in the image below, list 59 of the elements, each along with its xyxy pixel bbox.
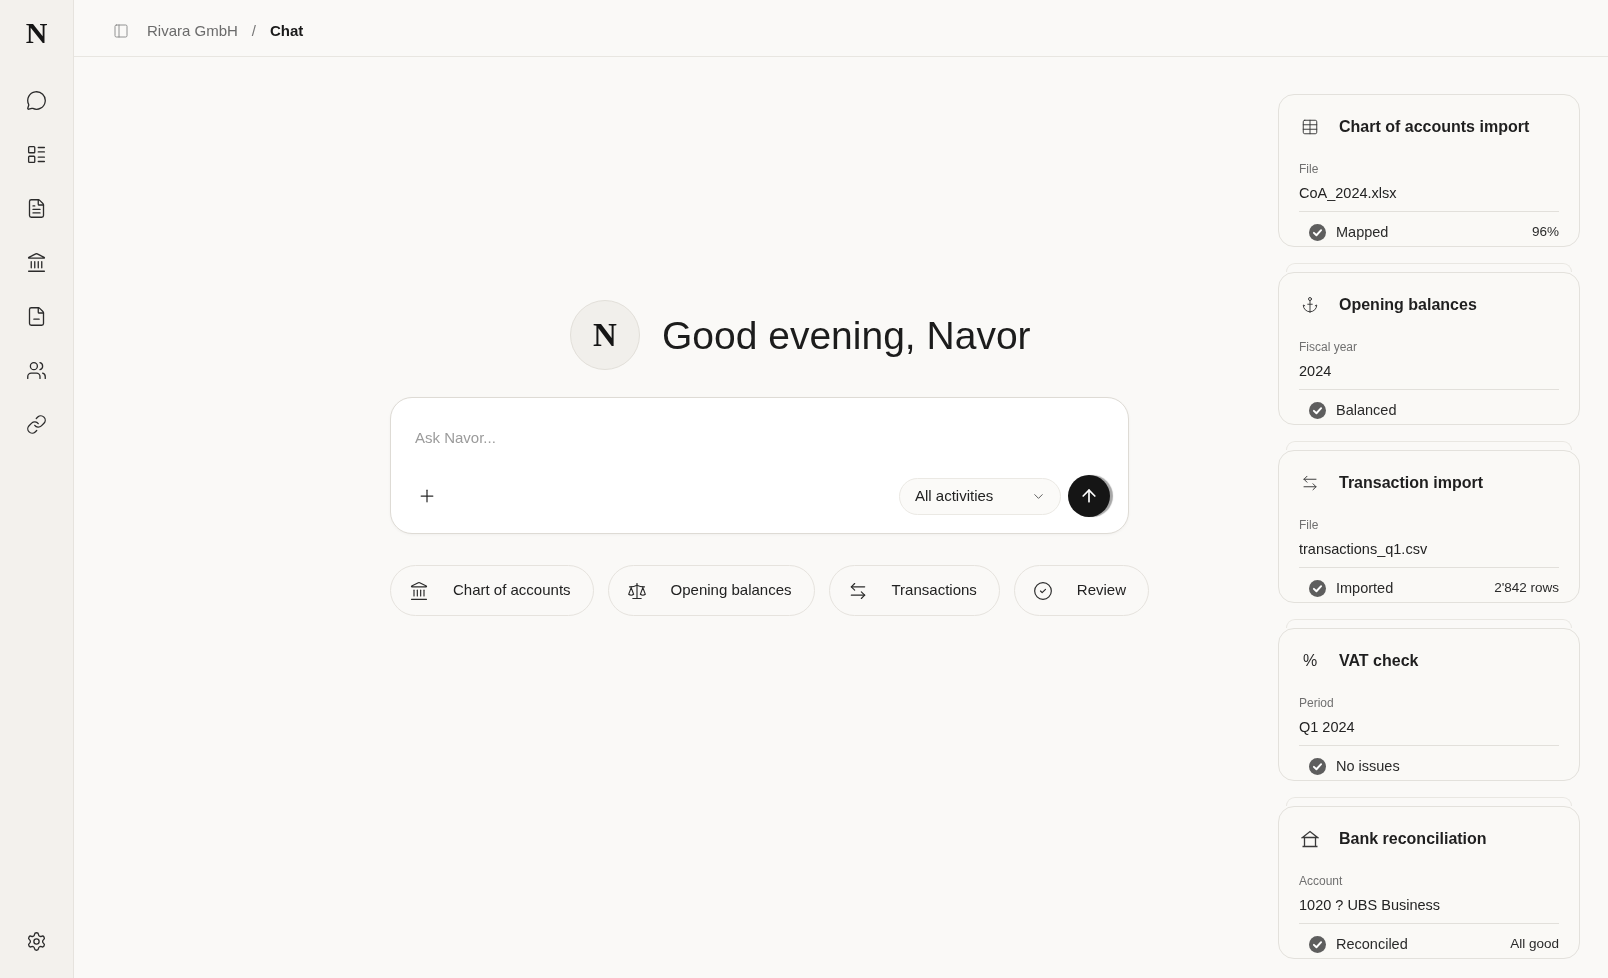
status-text: Mapped [1336, 223, 1389, 242]
status-text: No issues [1336, 757, 1400, 776]
status-value: 2'842 rows [1494, 579, 1559, 597]
anchor-icon [1301, 296, 1319, 314]
check-circle-icon [1309, 935, 1326, 953]
document-icon [26, 197, 47, 219]
status-value: All good [1510, 935, 1559, 953]
field-label: Fiscal year [1299, 339, 1357, 355]
quick-action-chip[interactable]: Chart of accounts [390, 565, 594, 616]
bank-building-icon [26, 251, 47, 273]
link-icon [26, 413, 47, 435]
send-button[interactable] [1068, 475, 1110, 517]
breadcrumb-separator: / [251, 20, 257, 41]
greeting-heading: Good evening, Navor [662, 315, 1031, 355]
field-value: transactions_q1.csv [1299, 540, 1428, 559]
field-value: 2024 [1299, 362, 1332, 381]
field-value: 1020 ? UBS Business [1299, 896, 1441, 915]
field-value: Q1 2024 [1299, 718, 1355, 737]
card-title: Bank reconciliation [1339, 829, 1487, 849]
card-title: VAT check [1339, 651, 1419, 671]
swap-arrows-icon [1301, 474, 1319, 492]
card-title: Opening balances [1339, 295, 1477, 315]
card-title: Transaction import [1339, 473, 1484, 493]
settings-icon [26, 930, 47, 952]
quick-action-chip[interactable]: Transactions [828, 565, 1000, 616]
sidebar-toggle-button[interactable] [111, 21, 131, 41]
bank-building-icon [409, 580, 429, 601]
check-circle-icon [1309, 579, 1326, 597]
quick-action-chip[interactable]: Opening balances [607, 565, 815, 616]
breadcrumb-current: Chat [270, 20, 304, 41]
status-text: Balanced [1336, 401, 1397, 420]
field-label: File [1299, 161, 1319, 177]
chat-bubble-icon [26, 89, 47, 111]
field-label: Period [1299, 695, 1334, 711]
panel-icon [113, 23, 129, 39]
activity-dropdown[interactable]: All activities [899, 477, 1061, 515]
scale-icon [626, 580, 647, 601]
table-icon [1301, 118, 1319, 136]
status-text: Imported [1336, 579, 1394, 598]
avatar-letter: N [593, 318, 617, 352]
message-input[interactable]: Ask Navor... [415, 424, 1110, 450]
house-icon [1301, 830, 1319, 848]
field-value: CoA_2024.xlsx [1299, 184, 1397, 203]
quick-action-chip[interactable]: Review [1013, 565, 1149, 616]
percent-symbol: % [1302, 653, 1318, 669]
status-value: 96% [1531, 223, 1559, 241]
check-circle-icon [1309, 223, 1326, 241]
app-logo: N [25, 18, 48, 48]
breadcrumb-link[interactable]: Rivara GmbH [147, 19, 238, 43]
field-label: Account [1299, 873, 1343, 889]
status-text: Reconciled [1336, 935, 1408, 954]
card-title: Chart of accounts import [1339, 117, 1530, 137]
users-icon [26, 359, 47, 381]
check-circle-icon [1309, 757, 1326, 775]
check-circle-icon [1032, 580, 1053, 601]
file-icon [26, 305, 47, 327]
field-label: File [1299, 517, 1319, 533]
check-circle-icon [1309, 401, 1326, 419]
layout-list-icon [26, 143, 47, 165]
